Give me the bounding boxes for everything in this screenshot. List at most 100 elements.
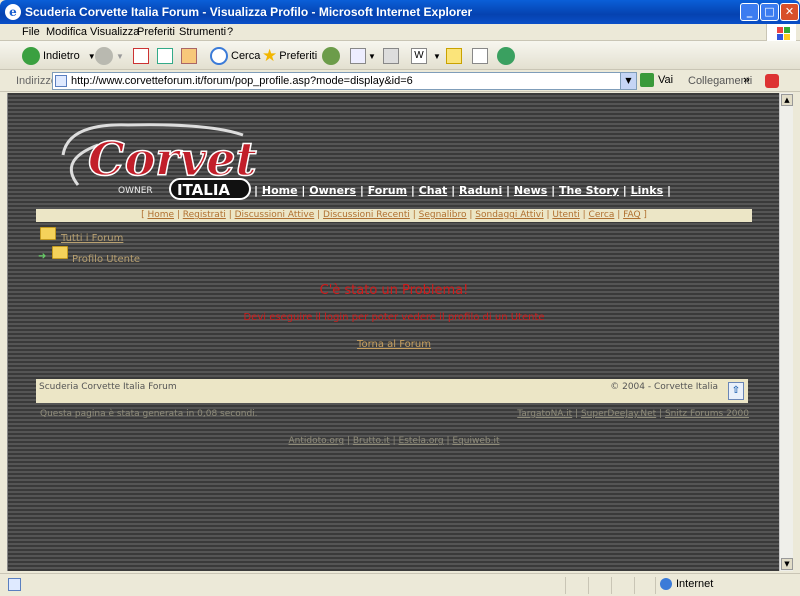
- chevron-down-icon[interactable]: ▼: [620, 73, 636, 89]
- go-label: Vai: [658, 74, 674, 86]
- history-button[interactable]: [322, 45, 343, 67]
- menu-bar: File Modifica Visualizza Preferiti Strum…: [0, 24, 800, 41]
- go-to-top-icon[interactable]: ⇧: [728, 382, 744, 400]
- page-viewport: Corvette OWNER ITALIA | Home | Owners | …: [7, 93, 779, 571]
- chevron-down-icon[interactable]: ▼: [433, 52, 441, 61]
- footer-copyright: © 2004 - Corvette Italia: [610, 382, 718, 392]
- partner-antidoto[interactable]: Antidoto.org: [289, 436, 345, 446]
- toolbar-extension-icon[interactable]: [765, 74, 779, 88]
- nav-home[interactable]: Home: [262, 184, 298, 197]
- search-button[interactable]: Cerca: [210, 45, 260, 67]
- credits: TargatoNA.it | SuperDeeJay.Net | Snitz F…: [517, 409, 749, 419]
- scroll-down-icon[interactable]: ▼: [781, 558, 793, 570]
- back-to-forum-link[interactable]: Torna al Forum: [8, 339, 779, 350]
- home-button[interactable]: [181, 45, 197, 67]
- status-separator: [634, 577, 635, 594]
- menu-help[interactable]: ?: [227, 26, 233, 38]
- nav-raduni[interactable]: Raduni: [459, 184, 502, 197]
- chevron-down-icon[interactable]: ▼: [116, 52, 124, 61]
- globe-icon: [660, 578, 672, 590]
- research-button[interactable]: [472, 45, 488, 67]
- forum-menu-registrati[interactable]: Registrati: [183, 210, 226, 220]
- address-bar: Indirizzo http://www.corvetteforum.it/fo…: [0, 70, 800, 92]
- maximize-button[interactable]: □: [760, 3, 779, 21]
- credit-snitz[interactable]: Snitz Forums 2000: [665, 409, 749, 419]
- forum-menu-segnalibro[interactable]: Segnalibro: [419, 210, 467, 220]
- breadcrumb-all-forums[interactable]: Tutti i Forum: [61, 233, 123, 244]
- address-input[interactable]: http://www.corvetteforum.it/forum/pop_pr…: [52, 72, 637, 90]
- forum-menu-utenti[interactable]: Utenti: [552, 210, 579, 220]
- breadcrumb-user-profile: Profilo Utente: [72, 254, 141, 265]
- address-label: Indirizzo: [16, 75, 57, 87]
- forum-menu-faq[interactable]: FAQ: [623, 210, 640, 220]
- nav-news[interactable]: News: [514, 184, 547, 197]
- mail-icon: [350, 48, 366, 64]
- partner-estela[interactable]: Estela.org: [399, 436, 444, 446]
- history-icon: [322, 47, 340, 65]
- refresh-button[interactable]: [157, 45, 173, 67]
- stop-button[interactable]: [133, 45, 149, 67]
- credit-targatona[interactable]: TargatoNA.it: [517, 409, 572, 419]
- nav-the-story[interactable]: The Story: [559, 184, 619, 197]
- logo-wordmark: Corvette: [88, 132, 258, 186]
- menu-modifica[interactable]: Modifica: [46, 26, 87, 38]
- corvette-italia-logo[interactable]: Corvette OWNER ITALIA: [38, 105, 258, 205]
- forum-menu-cerca[interactable]: Cerca: [589, 210, 615, 220]
- menu-strumenti[interactable]: Strumenti: [179, 26, 226, 38]
- error-message: Devi eseguire il login per poter vedere …: [243, 312, 545, 323]
- back-arrow-icon: [22, 47, 40, 65]
- forward-button[interactable]: ▼: [95, 45, 124, 67]
- forum-menu-discussioni-recenti[interactable]: Discussioni Recenti: [323, 210, 410, 220]
- vertical-scrollbar[interactable]: ▲ ▼: [779, 93, 793, 571]
- menu-visualizza[interactable]: Visualizza: [90, 26, 139, 38]
- messenger-button[interactable]: [497, 45, 518, 67]
- menu-file[interactable]: File: [22, 26, 40, 38]
- menu-preferiti[interactable]: Preferiti: [137, 26, 175, 38]
- scroll-up-icon[interactable]: ▲: [781, 94, 793, 106]
- refresh-icon: [157, 48, 173, 64]
- search-icon: [210, 47, 228, 65]
- forum-menu-sondaggi-attivi[interactable]: Sondaggi Attivi: [475, 210, 543, 220]
- arrow-right-icon: ➜: [38, 251, 47, 262]
- chevron-down-icon[interactable]: ▼: [368, 52, 376, 61]
- discuss-button[interactable]: [446, 45, 462, 67]
- page-footer: Scuderia Corvette Italia Forum © 2004 - …: [36, 379, 748, 403]
- forum-menu-discussioni-attive[interactable]: Discussioni Attive: [235, 210, 315, 220]
- page-icon: [55, 75, 67, 87]
- top-navigation: | Home | Owners | Forum | Chat | Raduni …: [254, 184, 671, 197]
- search-label: Cerca: [231, 50, 261, 62]
- go-button[interactable]: Vai: [640, 73, 673, 87]
- page-status-icon: [8, 578, 21, 591]
- nav-chat[interactable]: Chat: [419, 184, 448, 197]
- partner-links: Antidoto.org | Brutto.it | Estela.org | …: [288, 436, 500, 446]
- windows-logo-icon: [766, 24, 796, 41]
- status-separator: [565, 577, 566, 594]
- nav-owners[interactable]: Owners: [309, 184, 356, 197]
- logo-italia: ITALIA: [177, 181, 230, 199]
- minimize-button[interactable]: _: [740, 3, 759, 21]
- window-title-bar[interactable]: e Scuderia Corvette Italia Forum - Visua…: [0, 0, 800, 24]
- generation-time: Questa pagina è stata generata in 0,08 s…: [40, 409, 258, 419]
- back-label: Indietro: [43, 50, 80, 62]
- status-separator: [588, 577, 589, 594]
- credit-superdeejay[interactable]: SuperDeeJay.Net: [581, 409, 656, 419]
- open-folder-icon: [40, 227, 56, 240]
- nav-links[interactable]: Links: [631, 184, 663, 197]
- favorites-label: Preferiti: [279, 50, 318, 62]
- forward-arrow-icon: [95, 47, 113, 65]
- nav-forum[interactable]: Forum: [368, 184, 407, 197]
- back-button[interactable]: Indietro ▼: [22, 45, 96, 67]
- print-button[interactable]: [383, 45, 399, 67]
- edit-button[interactable]: W ▼: [411, 45, 441, 67]
- note-icon: [446, 48, 462, 64]
- partner-equiweb[interactable]: Equiweb.it: [452, 436, 499, 446]
- forum-menu-home[interactable]: Home: [147, 210, 174, 220]
- zone-label: Internet: [676, 578, 714, 590]
- word-icon: W: [411, 48, 427, 64]
- go-arrow-icon: [640, 73, 654, 87]
- chevron-right-icon[interactable]: »: [743, 73, 750, 86]
- favorites-button[interactable]: ★ Preferiti: [262, 45, 317, 67]
- mail-button[interactable]: ▼: [350, 45, 376, 67]
- partner-brutto[interactable]: Brutto.it: [353, 436, 390, 446]
- close-button[interactable]: ✕: [780, 3, 799, 21]
